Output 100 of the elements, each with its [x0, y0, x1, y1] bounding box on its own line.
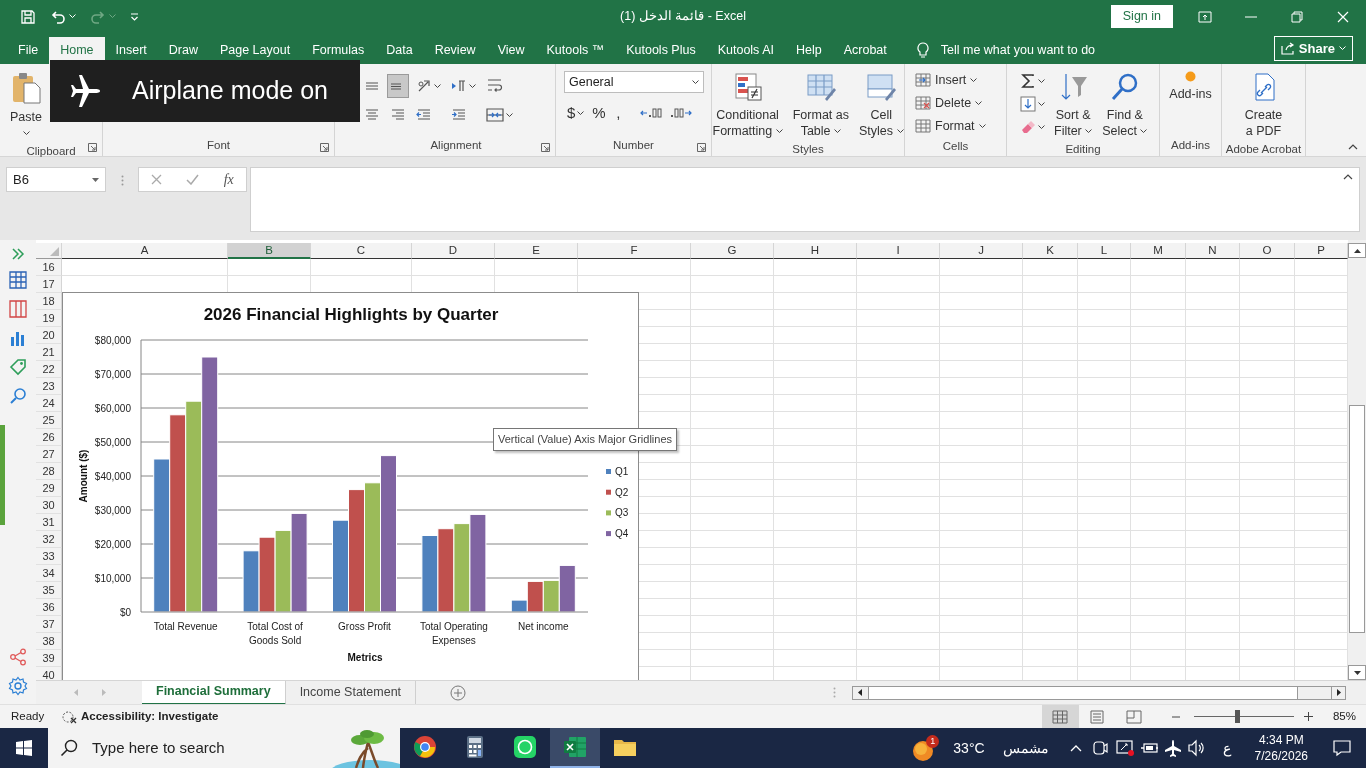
clock[interactable]: 4:34 PM 7/26/2026 [1244, 732, 1318, 764]
sheet-tab[interactable]: Financial Summary [142, 680, 286, 705]
share-button[interactable]: Share [1273, 35, 1353, 61]
column-header[interactable]: M [1131, 243, 1186, 259]
column-header[interactable]: F [578, 243, 691, 259]
search-field[interactable]: Type here to search [90, 735, 320, 761]
window-title: قائمة الدخل (1) - Excel [620, 8, 746, 26]
column-header[interactable]: E [495, 243, 578, 259]
ribbon-button[interactable]: Add-ins [1165, 69, 1216, 137]
row-header[interactable]: 38 [36, 633, 62, 650]
name-box[interactable]: B6 [6, 167, 106, 192]
row-header[interactable]: 39 [36, 650, 62, 667]
ribbon-tab[interactable]: Draw [157, 37, 209, 64]
ribbon-tab[interactable]: Formulas [301, 37, 376, 64]
row-header[interactable]: 32 [36, 531, 62, 548]
group-label: Editing [1064, 142, 1102, 157]
row-header[interactable]: 36 [36, 599, 62, 616]
row-header[interactable]: 22 [36, 361, 62, 378]
row-header[interactable]: 16 [36, 259, 62, 276]
axis-label: $60,000 [94, 403, 131, 414]
ribbon-button[interactable]: Format as Table [788, 69, 853, 141]
axis-label: Net income [518, 621, 569, 632]
column-header[interactable]: D [412, 243, 495, 259]
column-header[interactable]: O [1240, 243, 1295, 259]
column-header[interactable]: K [1023, 243, 1078, 259]
ribbon-tab[interactable]: Acrobat [832, 37, 898, 64]
row-header[interactable]: 26 [36, 429, 62, 446]
number-format-button[interactable]: , [613, 101, 636, 125]
search-bar[interactable]: Type here to search [48, 728, 400, 768]
column-header[interactable]: A [62, 243, 228, 259]
ribbon-tab[interactable]: Review [423, 37, 487, 64]
row-header[interactable]: 17 [36, 276, 62, 293]
ribbon-button[interactable]: Create a PDF [1240, 69, 1287, 141]
number-format-dropdown[interactable]: General [564, 71, 704, 93]
ribbon-tab[interactable]: Kutools Plus [615, 37, 707, 64]
ribbon-button[interactable]: Paste [6, 69, 46, 143]
legend-label: Q2 [615, 486, 629, 498]
number-format-button[interactable]: $ [564, 101, 588, 125]
axis-label: $0 [119, 607, 131, 618]
insert-function-button[interactable]: fx [223, 169, 234, 190]
chart-tooltip: Vertical (Value) Axis Major Gridlines [493, 428, 678, 451]
tell-me-button[interactable]: Tell me what you want to do [915, 37, 1096, 64]
number-format-button[interactable]: % [589, 101, 612, 125]
column-header[interactable]: J [940, 243, 1023, 259]
notification-badge: 1 [926, 734, 940, 748]
column-header[interactable]: P [1295, 243, 1348, 259]
column-header[interactable]: G [691, 243, 774, 259]
accessibility-button[interactable]: Accessibility: Investigate [61, 707, 219, 726]
ribbon-tab[interactable]: Page Layout [208, 37, 302, 64]
row-header[interactable]: 20 [36, 327, 62, 344]
row-header[interactable]: 23 [36, 378, 62, 395]
status-text: Ready [11, 708, 46, 724]
sign-in-button[interactable]: Sign in [1110, 5, 1173, 28]
column-header[interactable]: C [311, 243, 412, 259]
row-header[interactable]: 24 [36, 395, 62, 412]
column-header[interactable]: I [857, 243, 940, 259]
ribbon-tab[interactable]: Kutools AI [706, 37, 785, 64]
axis-label: $40,000 [94, 471, 131, 482]
zoom-level: 85% [1332, 708, 1356, 724]
column-header[interactable]: H [774, 243, 857, 259]
ribbon-tab[interactable]: Insert [104, 37, 158, 64]
row-header[interactable]: 34 [36, 565, 62, 582]
ribbon-tab[interactable]: Data [375, 37, 424, 64]
row-header[interactable]: 29 [36, 480, 62, 497]
row-header[interactable]: 28 [36, 463, 62, 480]
row-header[interactable]: 18 [36, 293, 62, 310]
row-header[interactable]: 21 [36, 344, 62, 361]
row-header[interactable]: 25 [36, 412, 62, 429]
ribbon-tab[interactable]: Help [784, 37, 833, 64]
ribbon-tab[interactable]: File [7, 37, 50, 64]
row-header[interactable]: 31 [36, 514, 62, 531]
insert-cells-button[interactable]: Insert [913, 69, 988, 91]
row-header[interactable]: 27 [36, 446, 62, 463]
column-header[interactable]: N [1186, 243, 1240, 259]
format-cells-button[interactable]: Format [913, 115, 988, 137]
ribbon-button[interactable]: Conditional Formatting [708, 69, 787, 141]
language-button[interactable]: ع [1208, 737, 1245, 759]
axis-label: Total Cost of Goods Sold [247, 621, 303, 646]
row-header[interactable]: 33 [36, 548, 62, 565]
row-header[interactable]: 35 [36, 582, 62, 599]
axis-label: $50,000 [94, 437, 131, 448]
axis-label: $20,000 [94, 539, 131, 550]
axis-title: Amount ($) [78, 449, 89, 503]
legend-label: Q4 [615, 528, 629, 540]
ribbon-tab[interactable]: Kutools ™ [535, 37, 616, 64]
row-header[interactable]: 19 [36, 310, 62, 327]
column-header[interactable]: L [1078, 243, 1131, 259]
column-header[interactable]: B [228, 243, 311, 259]
axis-label: $80,000 [94, 335, 131, 346]
ribbon-button[interactable]: Sort & Filter [1050, 69, 1097, 141]
axis-label: $10,000 [94, 573, 131, 584]
row-header[interactable]: 37 [36, 616, 62, 633]
group-label: Font [206, 138, 231, 153]
ribbon-button[interactable]: Cell Styles [855, 69, 908, 141]
delete-cells-button[interactable]: Delete [913, 92, 988, 114]
row-header[interactable]: 30 [36, 497, 62, 514]
ribbon-tab[interactable]: View [486, 37, 536, 64]
row-header[interactable]: 40 [36, 667, 62, 680]
axis-label: Total Operating Expenses [420, 621, 488, 646]
ribbon-button[interactable]: Find & Select [1098, 69, 1152, 141]
